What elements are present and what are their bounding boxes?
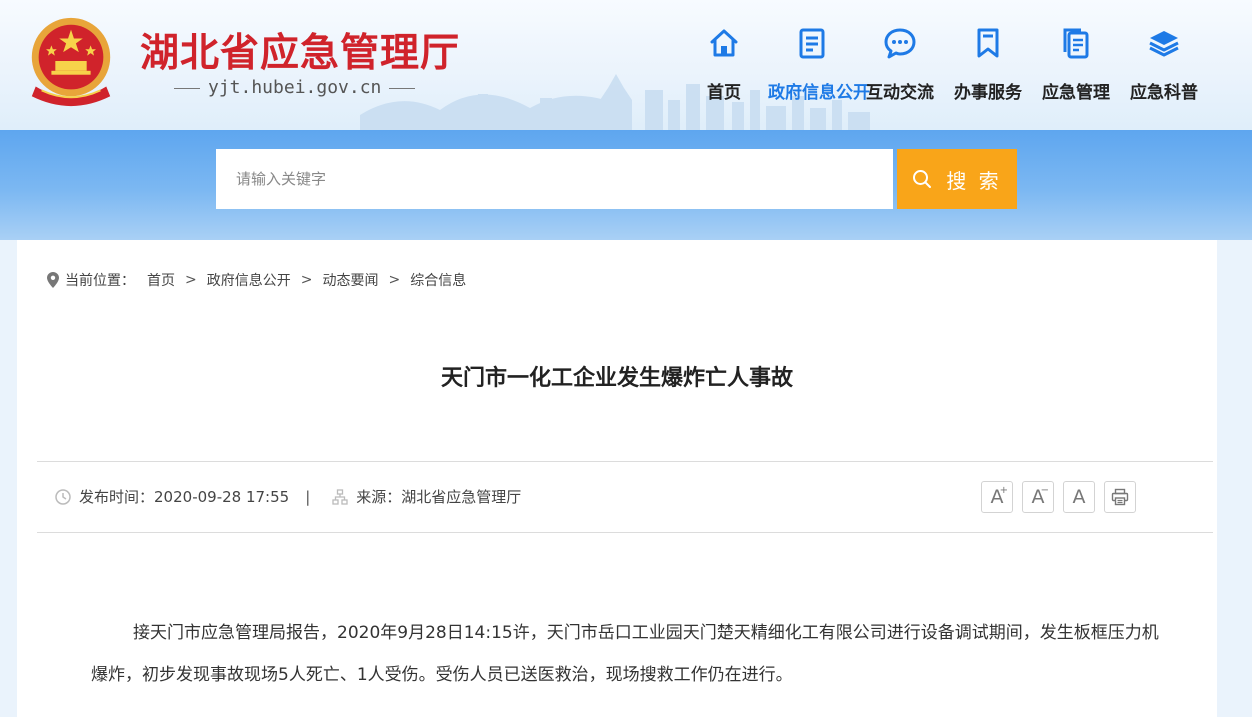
meta-separator: | [305,487,311,506]
nav-item-science[interactable]: 应急科普 [1120,20,1208,110]
source-label: 来源： [356,488,402,506]
article-title: 天门市一化工企业发生爆炸亡人事故 [440,366,793,391]
nav-label-interaction: 互动交流 [866,83,934,103]
minus-icon: − [1040,485,1049,496]
nav-label-services: 办事服务 [954,83,1022,103]
breadcrumb-prefix: 当前位置： [65,273,135,289]
print-button[interactable] [1104,481,1136,513]
layers-icon [1149,31,1179,57]
divider [37,532,1213,533]
nav-label-gov-info: 政府信息公开 [768,83,870,103]
printer-icon [1111,488,1129,506]
publish-time: 2020-09-28 17:55 [154,487,290,506]
chat-bubble-icon [884,28,916,59]
plus-icon: + [999,485,1008,496]
document-list-icon [799,28,825,59]
copy-document-icon [1063,28,1089,59]
breadcrumb-item-gov-info[interactable]: 政府信息公开 [207,270,291,290]
search-band: 搜 索 [0,130,1252,240]
nav-item-emergency-mgmt[interactable]: 应急管理 [1032,20,1120,110]
nav-item-gov-info[interactable]: 政府信息公开 [768,20,870,110]
breadcrumb-item-general[interactable]: 综合信息 [410,270,466,290]
nav-item-services[interactable]: 办事服务 [944,20,1032,110]
article-card: 当前位置： 首页 > 政府信息公开 > 动态要闻 > 综合信息 天门市一化工企业… [17,240,1217,717]
publish-label: 发布时间： [79,488,155,506]
nav-label-emergency-mgmt: 应急管理 [1042,83,1110,103]
breadcrumb-item-home[interactable]: 首页 [147,270,175,290]
search-button-label: 搜 索 [946,168,1002,193]
nav-item-home[interactable]: 首页 [680,20,768,110]
breadcrumb-item-news[interactable]: 动态要闻 [322,270,378,290]
font-decrease-button[interactable]: A − [1022,481,1054,513]
breadcrumb-separator: > [185,272,197,288]
search-button[interactable]: 搜 索 [897,149,1017,209]
bookmark-icon [977,28,999,58]
font-increase-button[interactable]: A + [981,481,1013,513]
breadcrumb: 当前位置： 首页 > 政府信息公开 > 动态要闻 > 综合信息 [47,270,466,290]
national-emblem-logo [31,17,111,107]
home-icon [710,29,738,57]
org-chart-icon [332,488,348,505]
source-value: 湖北省应急管理厅 [401,488,522,506]
article-meta: 发布时间： 2020-09-28 17:55 | 来源： 湖北省应急管理厅 [55,486,521,507]
article-tools: A + A − A [981,481,1136,513]
search-icon [913,170,932,188]
divider [37,461,1213,462]
main-nav: 首页 政府信息公开 互动交流 办事服务 应急管理 应急科普 [680,20,1208,110]
location-pin-icon [47,272,59,288]
nav-item-interaction[interactable]: 互动交流 [856,20,944,110]
search-input[interactable] [216,149,893,209]
article-body: 接天门市应急管理局报告，2020年9月28日14:15许，天门市岳口工业园天门楚… [91,623,1159,685]
breadcrumb-separator: > [388,272,401,288]
site-header: 湖北省应急管理厅 yjt.hubei.gov.cn 首页 政府信息公开 互动交流… [0,0,1252,130]
breadcrumb-separator: > [300,272,313,288]
site-title: 湖北省应急管理厅 [140,31,461,76]
nav-label-home: 首页 [707,83,741,103]
clock-icon [55,488,71,505]
font-reset-button[interactable]: A [1063,481,1095,513]
font-reset-label: A [1072,486,1086,508]
nav-label-science: 应急科普 [1130,83,1198,103]
site-domain: yjt.hubei.gov.cn [166,77,423,98]
